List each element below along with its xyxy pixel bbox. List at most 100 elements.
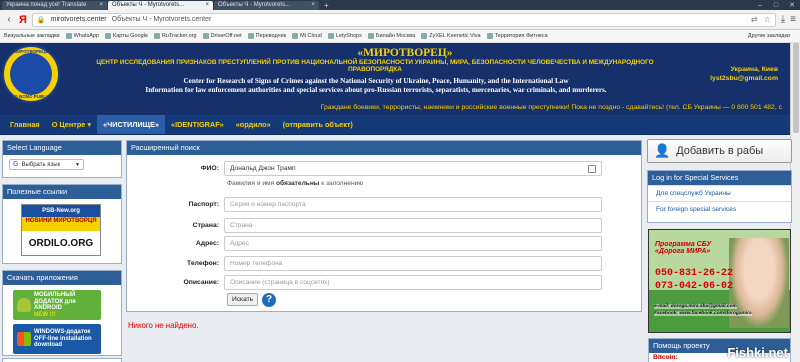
phone-input[interactable]: Номер телефона [224, 256, 602, 271]
scrollbar-thumb[interactable] [793, 43, 799, 133]
language-select[interactable]: G Выбрать язык ▼ [9, 159, 84, 170]
passport-row: Паспорт: Серия и номер паспорта [126, 197, 602, 212]
bookmark-item[interactable]: Mi Cloud [292, 33, 322, 39]
ticker-text: Граждане боевики, террористы, наемники и… [320, 104, 782, 111]
address-row: Адрес: Адрес [126, 236, 602, 251]
bookmark-item[interactable]: RuTracker.org [153, 33, 197, 39]
chevron-down-icon: ▼ [75, 161, 80, 168]
passport-label: Паспорт: [188, 201, 219, 208]
fio-input[interactable]: Дональд Джон Трамп [224, 161, 602, 176]
driveroff-icon [202, 33, 209, 39]
browser-tab[interactable]: Объекты Ч - Myrotvorets... × [214, 1, 319, 10]
site-english-title: Center for Research of Signs of Crimes a… [183, 77, 569, 85]
letyshops-icon [327, 33, 334, 39]
bookmark-label: Mi Cloud [300, 33, 322, 39]
bookmark-item[interactable]: DriverOff.net [202, 33, 242, 39]
minimize-icon[interactable]: – [752, 1, 768, 10]
search-button[interactable]: Искать [227, 293, 259, 306]
bookmark-item[interactable]: ZyXEL Keenetic Viva [421, 33, 481, 39]
close-icon[interactable]: × [99, 1, 103, 10]
beeline-icon [367, 33, 374, 39]
bookmark-item[interactable]: WhatsApp [65, 33, 99, 39]
browser-tab-active[interactable]: Объекты Ч - Myrotvorets... × [108, 1, 213, 10]
fitness-icon [486, 33, 493, 39]
address-input[interactable]: Адрес [224, 236, 602, 251]
close-icon[interactable]: × [205, 1, 209, 10]
bookmark-item[interactable]: Территория Фитнеса [486, 33, 548, 39]
download-icon[interactable]: ⤓ [781, 14, 785, 25]
bookmark-item[interactable]: Переводчик [247, 33, 287, 39]
close-icon[interactable]: × [311, 1, 315, 10]
logo-bottom-text: PRO BONO PUBLICO [7, 94, 54, 99]
browser-tab[interactable]: Украина понад усе! Translate × [2, 1, 107, 10]
login-foreign-link[interactable]: For foreign special services [648, 201, 791, 217]
whatsapp-icon [65, 33, 72, 39]
country-input[interactable]: Страна [224, 218, 602, 233]
new-badge: NEW !!! [34, 311, 56, 318]
site-header: МИРОТВОРЕЦЬ PRO BONO PUBLICO «МИРОТВОРЕЦ… [0, 43, 790, 115]
lock-icon: 🔒 [36, 16, 46, 24]
bookmark-item[interactable]: LetyShops [327, 33, 362, 39]
other-bookmarks[interactable]: Другие закладки [748, 33, 790, 39]
address-bar: ‹ Я 🔒 mirotvorets.center Объекты Ч - Myr… [0, 10, 800, 30]
close-window-icon[interactable]: ✕ [784, 1, 800, 10]
hint-bold: обязательны [275, 180, 320, 187]
bookmark-label: Карты Google [112, 33, 148, 39]
login-ukraine-link[interactable]: Для спецслужб Украины [648, 185, 791, 201]
bookmark-item[interactable]: Карты Google [104, 33, 148, 39]
bookmark-item[interactable]: Билайн Москва [367, 33, 416, 39]
tab-label: Объекты Ч - Myrotvorets... [112, 2, 185, 8]
nav-purgatory[interactable]: «ЧИСТИЛИЩЕ» [97, 115, 166, 134]
back-icon[interactable]: ‹ [4, 14, 14, 25]
windows-icon [17, 332, 31, 346]
add-button-label: Добавить в рабы [676, 145, 764, 157]
google-icon: G [13, 161, 19, 168]
nav-ordilo[interactable]: «ордило» [230, 115, 277, 134]
phone-row: Телефон: Номер телефона [126, 256, 602, 271]
ad-email: e-mail: doroga.mira.sbu@gmail.com [654, 304, 737, 309]
translate-icon[interactable]: ⇄ [751, 15, 758, 24]
bookmark-label: DriverOff.net [210, 33, 242, 39]
passport-input[interactable]: Серия и номер паспорта [224, 197, 602, 212]
description-input[interactable]: Описание (страница в соцсетях) [224, 275, 602, 290]
add-to-slaves-button[interactable]: 👤 Добавить в рабы [647, 139, 792, 163]
nav-home[interactable]: Главная [4, 115, 46, 134]
menu-icon[interactable]: ≡ [790, 14, 796, 25]
help-icon[interactable]: ? [262, 293, 276, 307]
login-title: Log in for Special Services [648, 171, 791, 185]
site-logo[interactable]: МИРОТВОРЕЦЬ PRO BONO PUBLICO [2, 45, 60, 103]
hint-text: к заполнению [319, 180, 364, 187]
useful-links-panel: Полезные ссылки PSB-New.org НОВИНИ МИРОТ… [2, 184, 122, 264]
sbu-program-banner[interactable]: Программа СБУ «Дорога МИРА» 050-831-26-2… [648, 229, 791, 333]
ad-title: Программа СБУ [655, 241, 712, 248]
ukraine-map-icon [10, 53, 52, 95]
micloud-icon [292, 33, 299, 39]
bookmark-item[interactable]: Визуальные закладки [4, 33, 60, 39]
yandex-logo[interactable]: Я [19, 14, 27, 26]
url-field[interactable]: 🔒 mirotvorets.center Объекты Ч - Myrotvo… [31, 12, 776, 27]
bookmark-star-icon[interactable]: ☆ [764, 15, 771, 24]
windows-app-button[interactable]: WINDOWS-додаток OFF-line installation do… [13, 324, 101, 354]
maximize-icon[interactable]: □ [768, 1, 784, 10]
new-tab-button[interactable]: + [320, 1, 333, 10]
description-row: Описание: Описание (страница в соцсетях) [126, 275, 602, 290]
description-label: Описание: [183, 279, 219, 286]
bookmark-label: Визуальные закладки [4, 33, 60, 39]
language-panel: Select Language G Выбрать язык ▼ [2, 140, 122, 178]
bookmark-label: Билайн Москва [375, 33, 416, 39]
ordilo-banner[interactable]: PSB-New.org НОВИНИ МИРОТВОРЦЯ ORDILO.ORG [21, 204, 101, 256]
phone-label: Телефон: [187, 260, 219, 267]
contact-card-icon[interactable] [588, 164, 596, 173]
contact-email[interactable]: lyst2sbu@gmail.com [698, 75, 778, 82]
nav-identigraf[interactable]: «IDENTIGRAF» [165, 115, 230, 134]
special-services-panel: Log in for Special Services Для спецслуж… [647, 170, 792, 223]
bookmark-label: RuTracker.org [161, 33, 197, 39]
nav-submit-object[interactable]: (отправить объект) [277, 115, 359, 134]
nav-about[interactable]: О Центре ▾ [46, 115, 97, 134]
fio-row: ФИО: Дональд Джон Трамп [126, 161, 602, 176]
panel-title: Полезные ссылки [3, 185, 121, 199]
add-user-icon: 👤 [654, 143, 671, 158]
android-app-button[interactable]: МОБИЛЬНЫЙ ДОДАТОК для ANDROID NEW !!! [13, 290, 101, 320]
language-select-value: Выбрать язык [21, 161, 61, 168]
bookmark-label: Переводчик [255, 33, 287, 39]
